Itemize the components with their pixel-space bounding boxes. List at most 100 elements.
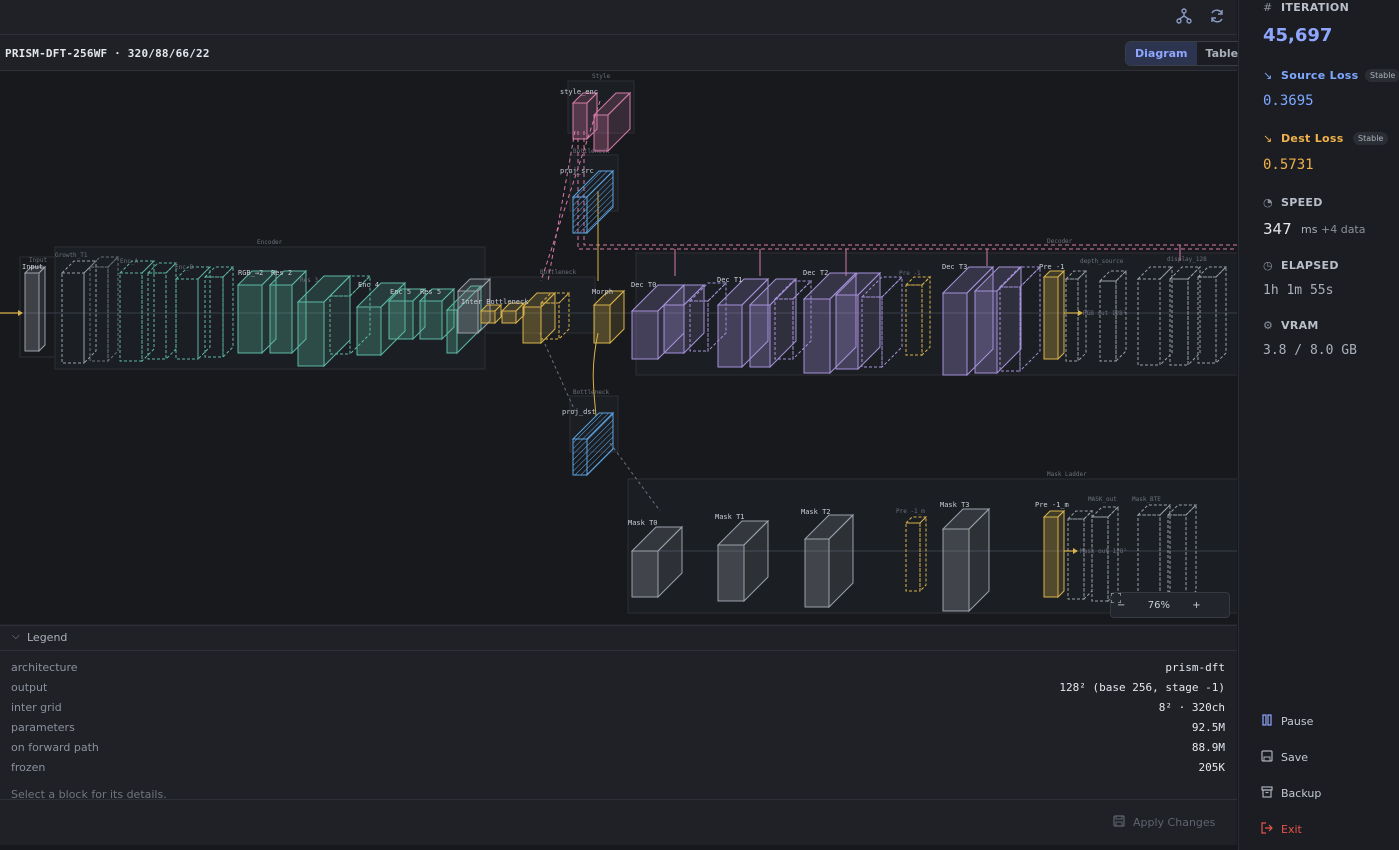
exit-label: Exit — [1281, 823, 1302, 836]
legend-value: 8² · 320ch — [1158, 701, 1225, 714]
tab-diagram[interactable]: Diagram — [1126, 42, 1197, 65]
dec-t2-label: Dec T2 — [803, 269, 828, 277]
zoom-control: − 76% + — [1110, 592, 1230, 618]
style-group-label: Style — [592, 73, 610, 80]
bottleneck-bottom-label: Bottleneck — [573, 389, 610, 396]
dec-t0-label: Dec T0 — [631, 281, 656, 289]
footer-bar — [0, 799, 1237, 846]
legend-value: 92.5M — [1191, 721, 1225, 734]
bottleneck-mid-label: Bottleneck — [540, 269, 577, 276]
input-block[interactable] — [23, 265, 47, 353]
apply-changes-button[interactable]: Apply Changes — [1113, 815, 1215, 830]
dec-t1-label: Dec T1 — [717, 276, 742, 284]
zoom-in-button[interactable]: + — [1192, 600, 1200, 611]
legend-key: on forward path — [11, 741, 99, 754]
dest-loss-label: Dest Loss — [1281, 132, 1344, 145]
decoder-group-label: Decoder — [1047, 238, 1073, 245]
gauge-icon: ◔ — [1263, 196, 1273, 209]
speed-value: 347 — [1263, 220, 1292, 238]
elapsed-label: ELAPSED — [1281, 259, 1339, 272]
save-icon — [1113, 815, 1125, 830]
enc4-label: Enc 4 — [358, 281, 379, 289]
backup-button[interactable]: Backup — [1261, 786, 1321, 801]
growth-label: Growth_T1 — [55, 252, 88, 259]
res5-label: Res 5 — [420, 288, 441, 296]
main-panel: PRISM-DFT-256WF · 320/88/66/22 Diagram T… — [0, 0, 1249, 846]
exit-button[interactable]: Exit — [1261, 822, 1302, 837]
proj-bottom-label: proj_dst — [562, 408, 596, 416]
pre-dashed-label: Pre -1 — [899, 270, 921, 277]
rgb-label: RGB_→2 — [238, 269, 263, 277]
enc5-label: Enc 5 — [390, 288, 411, 296]
legend-panel: architecture prism-dft output 128² (base 2… — [0, 650, 1237, 800]
legend-key: architecture — [11, 661, 78, 674]
rgb-out-label: RGB out 128² — [1083, 310, 1126, 317]
enc-a-label: Enc_A — [120, 258, 138, 265]
diagram-svg: Input Encoder Style Bottleneck Bottlenec… — [0, 73, 1237, 614]
mask-t0-label: Mask T0 — [628, 519, 658, 527]
logout-icon — [1261, 822, 1273, 837]
style-label: style_enc — [560, 88, 598, 96]
iteration-value: 45,697 — [1263, 25, 1333, 46]
legend-value: prism-dft — [1165, 661, 1225, 674]
clock-icon: ◷ — [1263, 259, 1273, 272]
pre-m-gold-block[interactable] — [1042, 509, 1066, 599]
mask-t2-label: Mask T2 — [801, 508, 831, 516]
view-toggle: Diagram Table — [1125, 41, 1249, 66]
pause-button[interactable]: Pause — [1261, 714, 1313, 729]
encoder-group-label: Encoder — [257, 239, 283, 246]
save-label: Save — [1281, 751, 1309, 764]
legend-key: output — [11, 681, 48, 694]
depth-label: depth_source — [1080, 258, 1124, 265]
legend-key: inter grid — [11, 701, 62, 714]
dest-loss-badge: Stable — [1353, 132, 1389, 145]
legend-value: 205K — [1198, 761, 1226, 774]
backup-label: Backup — [1281, 787, 1322, 800]
trend-down-icon: ↘ — [1263, 132, 1273, 145]
title-bar: PRISM-DFT-256WF · 320/88/66/22 — [0, 35, 1237, 71]
style-block[interactable] — [571, 91, 599, 141]
speed-extra: +4 data — [1321, 223, 1366, 236]
speed-label: SPEED — [1281, 196, 1323, 209]
save-icon — [1261, 750, 1273, 765]
morph-label: Morph — [592, 288, 613, 296]
legend-value: 88.9M — [1191, 741, 1225, 754]
hash-icon: # — [1263, 1, 1273, 14]
legend-row: architecture prism-dft — [11, 661, 1225, 681]
mask-out-b-label: Mask_BTE — [1132, 496, 1161, 503]
graph-icon[interactable] — [1174, 6, 1194, 26]
legend-header[interactable]: ⌵ Legend — [0, 625, 1237, 651]
enc-ghost-block[interactable] — [456, 277, 492, 335]
source-loss-value: 0.3695 — [1263, 93, 1314, 109]
pre-m-gold-label: Pre -1_m — [1035, 501, 1069, 509]
stats-sidebar: # ITERATION 45,697 ↘ Source Loss Stable … — [1238, 0, 1399, 850]
mask-out-label: Mask out 128² — [1080, 548, 1127, 555]
pause-icon — [1261, 714, 1273, 729]
legend-key: frozen — [11, 761, 46, 774]
mask-ladder-label: Mask Ladder — [1047, 471, 1087, 478]
mask-t3-block[interactable] — [941, 507, 991, 613]
vram-value: 3.8 / 8.0 GB — [1263, 343, 1357, 358]
architecture-diagram[interactable]: Input Encoder Style Bottleneck Bottlenec… — [0, 71, 1237, 624]
legend-row: parameters 92.5M — [11, 721, 1225, 741]
dest-loss-value: 0.5731 — [1263, 157, 1314, 173]
page-title: PRISM-DFT-256WF · 320/88/66/22 — [5, 47, 210, 60]
zoom-level: 76% — [1147, 599, 1170, 611]
save-button[interactable]: Save — [1261, 750, 1308, 765]
pre-gold-block[interactable] — [1042, 269, 1066, 361]
legend-key: parameters — [11, 721, 75, 734]
legend-row: inter grid 8² · 320ch — [11, 701, 1225, 721]
morph-block[interactable] — [592, 289, 626, 345]
speed-unit: ms — [1301, 223, 1318, 236]
enc-b-label: Enc_B — [175, 264, 193, 271]
inter-block[interactable] — [479, 303, 503, 325]
legend-row: on forward path 88.9M — [11, 741, 1225, 761]
legend-value: 128² (base 256, stage -1) — [1059, 681, 1225, 694]
legend-row: output 128² (base 256, stage -1) — [11, 681, 1225, 701]
proj-top-label: proj_src — [560, 167, 594, 175]
mask-out-a-label: MASK_out — [1088, 496, 1117, 503]
source-loss-label: Source Loss — [1281, 69, 1359, 82]
refresh-icon[interactable] — [1207, 6, 1227, 26]
inter-label: Inter Bottleneck — [461, 298, 529, 306]
display-label: display_128 — [1167, 256, 1207, 263]
